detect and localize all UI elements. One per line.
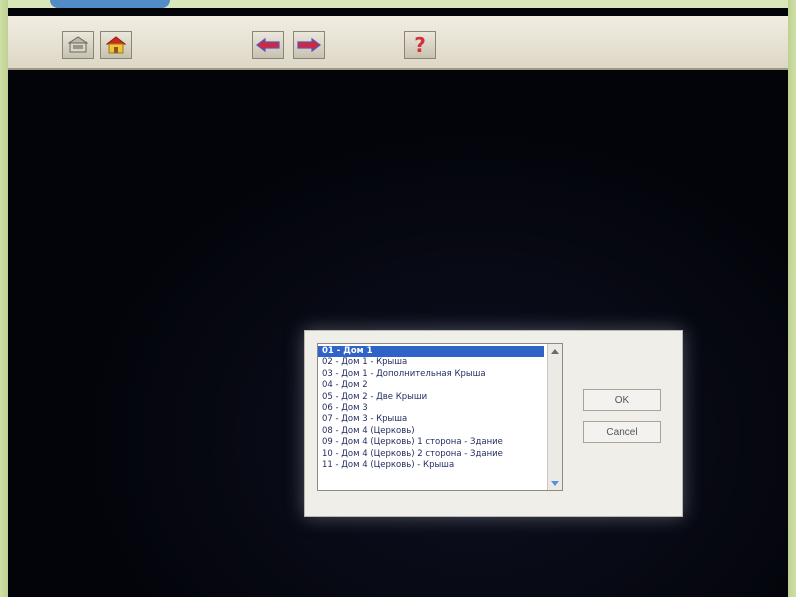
back-to-list-button[interactable] — [62, 31, 94, 59]
home-icon — [105, 36, 127, 54]
cancel-button[interactable]: Cancel — [583, 421, 661, 443]
monitor-frame: ? 01 - Дом 1 02 - Дом 1 - Крыша 03 - Дом… — [0, 0, 796, 597]
list-item[interactable]: 10 - Дом 4 (Церковь) 2 сторона - Здание — [318, 449, 544, 460]
previous-button[interactable] — [252, 31, 284, 59]
item-listbox[interactable]: 01 - Дом 1 02 - Дом 1 - Крыша 03 - Дом 1… — [317, 343, 563, 491]
help-icon: ? — [414, 33, 426, 57]
help-button[interactable]: ? — [404, 31, 436, 59]
list-item[interactable]: 05 - Дом 2 - Две Крыши — [318, 392, 544, 403]
frame-decoration — [50, 0, 170, 8]
arrow-right-icon — [297, 37, 321, 53]
chevron-down-icon — [551, 480, 559, 486]
ok-button[interactable]: OK — [583, 389, 661, 411]
frame-left-edge — [0, 0, 8, 597]
list-item[interactable]: 06 - Дом 3 — [318, 403, 544, 414]
next-button[interactable] — [293, 31, 325, 59]
home-button[interactable] — [100, 31, 132, 59]
list-item[interactable]: 11 - Дом 4 (Церковь) - Крыша — [318, 460, 544, 471]
list-item[interactable]: 04 - Дом 2 — [318, 380, 544, 391]
list-item[interactable]: 01 - Дом 1 — [318, 346, 544, 358]
application-screen: ? 01 - Дом 1 02 - Дом 1 - Крыша 03 - Дом… — [8, 8, 788, 597]
frame-right-edge — [788, 0, 796, 597]
arrow-left-icon — [256, 37, 280, 53]
list-item[interactable]: 03 - Дом 1 - Дополнительная Крыша — [318, 369, 544, 380]
listbox-scrollbar[interactable] — [547, 344, 562, 490]
toolbar: ? — [8, 16, 788, 70]
list-item[interactable]: 07 - Дом 3 - Крыша — [318, 414, 544, 425]
select-dialog: 01 - Дом 1 02 - Дом 1 - Крыша 03 - Дом 1… — [304, 330, 683, 517]
listbox-rows: 01 - Дом 1 02 - Дом 1 - Крыша 03 - Дом 1… — [318, 346, 544, 471]
chevron-up-icon — [551, 348, 559, 354]
scroll-up-button[interactable] — [549, 345, 561, 356]
back-to-list-icon — [67, 36, 89, 53]
scroll-down-button[interactable] — [549, 478, 561, 489]
list-item[interactable]: 09 - Дом 4 (Церковь) 1 сторона - Здание — [318, 437, 544, 448]
list-item[interactable]: 02 - Дом 1 - Крыша — [318, 357, 544, 368]
list-item[interactable]: 08 - Дом 4 (Церковь) — [318, 426, 544, 437]
